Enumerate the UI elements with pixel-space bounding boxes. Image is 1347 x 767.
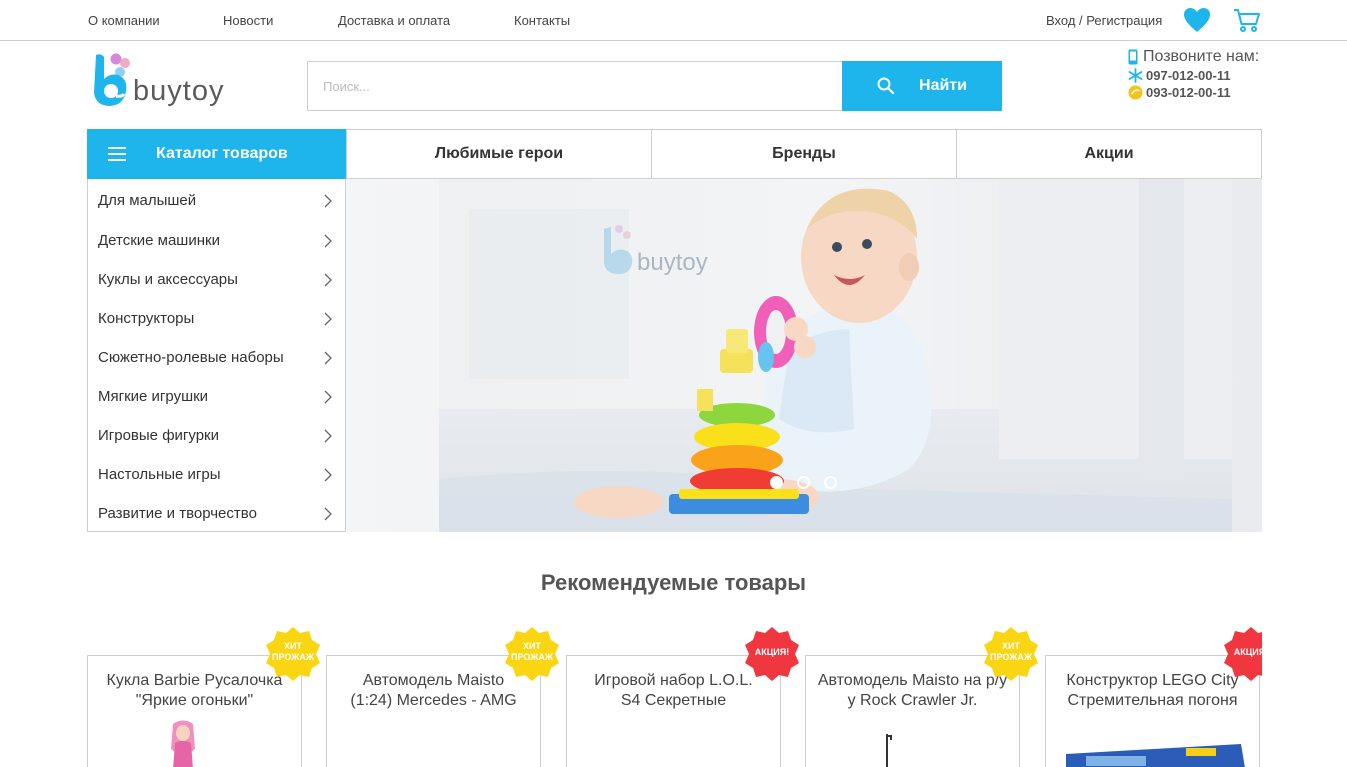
sidebar-item-roleplay[interactable]: Сюжетно-ролевые наборы [88,338,345,377]
sidebar-item-label: Игровые фигурки [98,427,220,444]
catalog-label: Каталог товаров [156,145,288,162]
top-nav-news[interactable]: Новости [223,13,273,28]
menu-icon [108,147,126,161]
top-nav-delivery[interactable]: Доставка и оплата [338,13,450,28]
chevron-right-icon [324,351,332,364]
top-nav-about[interactable]: О компании [88,13,160,28]
recommended-title: Рекомендуемые товары [540,570,807,595]
banner-watermark: buytoy [637,249,708,276]
slider-dots [770,476,837,489]
chevron-right-icon [324,273,332,286]
sidebar-item-creativity[interactable]: Развитие и творчество [88,494,345,533]
chevron-right-icon [324,468,332,481]
search-icon [877,77,895,95]
search-button-label: Найти [919,77,967,94]
sidebar-item-constructors[interactable]: Конструкторы [88,299,345,338]
search-button[interactable]: Найти [842,61,1002,111]
product-name-line-2: S4 Секретные [620,692,727,709]
sidebar-item-label: Для малышей [98,192,197,209]
sidebar-item-label: Конструкторы [98,310,195,327]
badge-sale-2-label: АКЦИЯ! [1233,647,1262,657]
product-image [171,720,195,767]
cart-icon[interactable] [1233,7,1261,33]
call-label-row: Позвоните нам: [1128,48,1268,66]
sidebar-item-dolls[interactable]: Куклы и аксессуары [88,260,345,299]
chevron-right-icon [324,312,332,325]
product-name-line-2: (1:24) Mercedes - AMG [350,692,517,709]
lifecell-icon [1128,85,1143,100]
catalog-sidebar: Для малышей Детские машинки Куклы и аксе… [87,179,346,532]
main-nav-tabs: Любимые герои Бренды Акции [346,129,1262,179]
catalog-button[interactable]: Каталог товаров [87,129,346,179]
sidebar-item-figures[interactable]: Игровые фигурки [88,416,345,455]
sidebar-item-board-games[interactable]: Настольные игры [88,455,345,494]
hero-banner[interactable]: buytoy [346,179,1262,532]
product-name-line-2: Стремительная погоня [1067,692,1238,709]
sidebar-item-label: Детские машинки [98,232,220,249]
nav-tab-sales[interactable]: Акции [956,130,1261,178]
product-name-line-2: "Яркие огоньки" [135,692,254,709]
mobile-phone-icon [1128,49,1138,65]
sidebar-item-label: Куклы и аксессуары [98,271,238,288]
badge-hit-2-label: ХИТ ПРОЖАЖ [510,641,553,662]
phone-lifecell-row[interactable]: 093-012-00-11 [1128,85,1268,100]
slider-dot-1[interactable] [770,476,783,489]
logo-text: buytoy [133,75,225,107]
chevron-right-icon [324,429,332,442]
product-name-line-2: у Rock Crawler Jr. [847,692,978,709]
chevron-right-icon [324,507,332,520]
sidebar-item-label: Развитие и творчество [98,505,257,522]
chevron-right-icon [324,234,332,247]
badge-sale-2-clip: АКЦИЯ! [1222,625,1262,683]
badge-sale-1-label: АКЦИЯ! [754,647,790,657]
top-nav-contacts[interactable]: Контакты [514,13,570,28]
nav-tab-heroes[interactable]: Любимые герои [346,130,651,178]
phone-kyivstar-row[interactable]: 097-012-00-11 [1128,68,1268,83]
badge-hit-1-label: ХИТ ПРОЖАЖ [271,641,314,662]
chevron-right-icon [324,390,332,403]
call-label: Позвоните нам: [1143,48,1260,65]
kyivstar-icon [1128,68,1143,83]
top-bar: О компании Новости Доставка и оплата Кон… [0,0,1347,41]
heart-icon[interactable] [1183,7,1211,33]
nav-tab-brands[interactable]: Бренды [651,130,956,178]
phone-number-2[interactable]: 093-012-00-11 [1146,85,1231,100]
chevron-right-icon [324,194,332,207]
product-image [886,734,892,767]
slider-dot-3[interactable] [824,476,837,489]
login-register-link[interactable]: Вход / Регистрация [1046,13,1162,28]
sidebar-item-label: Сюжетно-ролевые наборы [98,349,284,366]
sidebar-item-label: Настольные игры [98,466,221,483]
sidebar-item-babies[interactable]: Для малышей [88,179,345,221]
badge-hit-3-label: ХИТ ПРОЖАЖ [989,641,1032,662]
product-image [1066,744,1245,767]
sidebar-item-soft-toys[interactable]: Мягкие игрушки [88,377,345,416]
slider-dot-2[interactable] [797,476,810,489]
sidebar-item-label: Мягкие игрушки [98,388,209,405]
contact-phones: Позвоните нам: 097-012-00-11 093-012-00-… [1128,48,1268,100]
phone-number-1[interactable]: 097-012-00-11 [1146,68,1231,83]
search-input[interactable] [307,61,843,111]
sidebar-item-cars[interactable]: Детские машинки [88,221,345,260]
